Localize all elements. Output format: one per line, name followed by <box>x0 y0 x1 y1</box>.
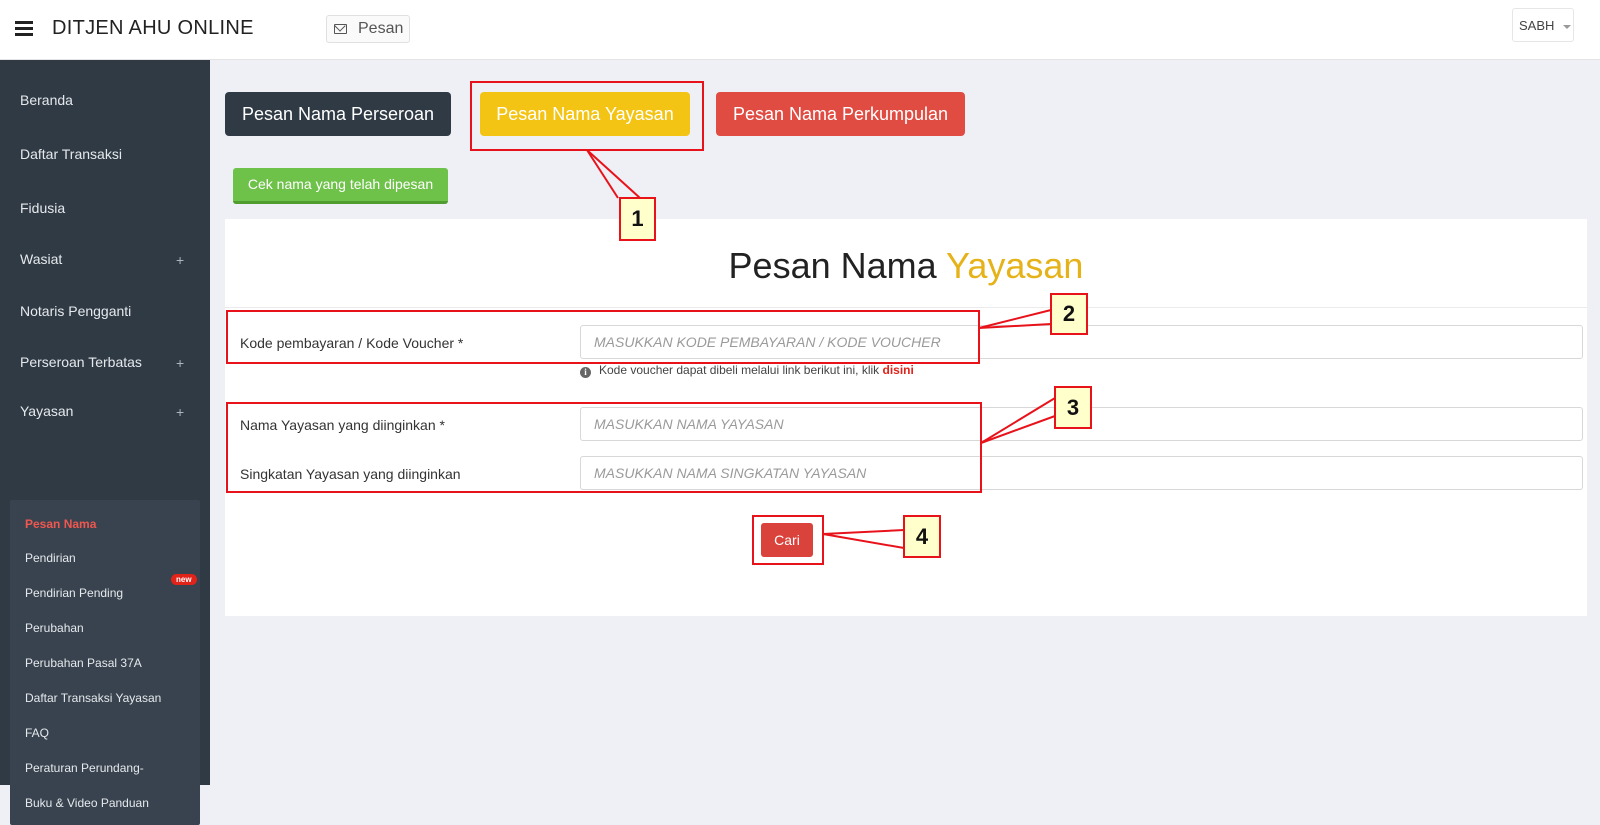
annotation-box-4 <box>752 515 824 565</box>
annotation-box-1 <box>470 81 704 151</box>
annotation-lines <box>586 149 1056 549</box>
submenu-item-buku-video-panduan[interactable]: Buku & Video Panduan <box>25 796 149 810</box>
annotation-box-3 <box>226 402 982 493</box>
annotation-box-2 <box>226 310 980 364</box>
annotation-callout-1: 1 <box>619 197 656 241</box>
annotation-callout-3: 3 <box>1054 386 1092 429</box>
annotation-callout-2: 2 <box>1050 293 1088 335</box>
annotation-callout-4: 4 <box>903 515 941 558</box>
